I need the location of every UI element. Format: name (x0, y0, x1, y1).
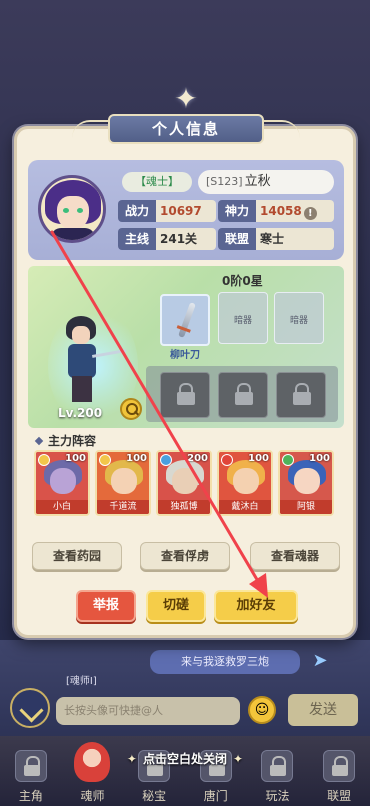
star-icon: ✦ (174, 82, 198, 115)
element-icon (221, 454, 233, 466)
stat-label: 联盟 (218, 228, 256, 250)
nav-label: 魂师 (80, 789, 105, 803)
player-name-text: 立秋 (244, 174, 271, 189)
divine-value-box: 14058! (256, 200, 334, 222)
stat-label: 战力 (118, 200, 156, 222)
lock-icon (218, 372, 268, 418)
spar-button[interactable]: 切磋 (146, 590, 206, 622)
element-icon (160, 454, 172, 466)
chat-bubble: 来与我逐救罗三炮 (150, 650, 300, 674)
team-member[interactable]: 200 独孤博 (156, 450, 212, 516)
team-title: 主力阵容 (34, 432, 97, 449)
lock-icon (276, 372, 326, 418)
element-icon (282, 454, 294, 466)
nav-label: 主角 (18, 789, 43, 803)
alliance-value: 寒士 (256, 228, 334, 250)
nav-label: 玩法 (265, 789, 290, 803)
member-level: 100 (65, 453, 86, 464)
member-name: 小白 (36, 500, 88, 514)
element-icon (38, 454, 50, 466)
soul-rank-tag: 【魂士】 (122, 172, 192, 192)
member-name: 独孤博 (158, 500, 210, 514)
star-icon: ✦ (233, 752, 244, 766)
lock-icon (160, 372, 210, 418)
avatar[interactable] (38, 175, 106, 243)
divine-value: 14058 (260, 204, 302, 218)
star-icon: ✦ (126, 752, 137, 766)
nav-label: 唐门 (203, 789, 228, 803)
view-soul-device-button[interactable]: 查看魂器 (250, 542, 340, 570)
stat-power: 战力 10697 (118, 200, 216, 222)
member-level: 100 (248, 453, 269, 464)
nav-label: 秘宝 (142, 789, 167, 803)
emoji-icon[interactable]: ☺ (248, 696, 276, 724)
main-line-value: 241关 (156, 228, 216, 250)
team-member[interactable]: 100 戴沐白 (217, 450, 273, 516)
chat-collapse-icon[interactable] (10, 688, 50, 728)
equip-slot-1[interactable]: 柳叶刀 (160, 294, 210, 361)
member-name: 戴沐白 (219, 500, 271, 514)
team-member[interactable]: 100 千道流 (95, 450, 151, 516)
zoom-icon[interactable] (120, 398, 142, 420)
rank-label: 0阶0星 (222, 274, 263, 288)
hero-level: Lv.200 (58, 406, 103, 420)
stat-label: 主线 (118, 228, 156, 250)
dagger-icon (178, 302, 196, 338)
report-button[interactable]: 举报 (76, 590, 136, 622)
member-level: 100 (309, 453, 330, 464)
view-captive-button[interactable]: 查看俘虏 (140, 542, 230, 570)
stat-main-line: 主线 241关 (118, 228, 216, 250)
stat-label: 神力 (218, 200, 256, 222)
send-button[interactable]: 发送 (288, 694, 358, 726)
stat-alliance: 联盟 寒士 (218, 228, 334, 250)
diamond-icon (34, 436, 44, 446)
nav-label: 联盟 (327, 789, 352, 803)
member-name: 千道流 (97, 500, 149, 514)
element-icon (99, 454, 111, 466)
stat-divine: 神力 14058! (218, 200, 334, 222)
close-hint[interactable]: ✦ 点击空白处关闭 ✦ (0, 750, 370, 767)
chat-input[interactable]: 长按头像可快捷@人 (56, 697, 240, 725)
team-title-text: 主力阵容 (48, 434, 97, 448)
add-friend-button[interactable]: 加好友 (214, 590, 298, 622)
player-name: [S123] 立秋 (198, 170, 334, 194)
chat-soul-tag: [魂师Ⅰ] (66, 676, 97, 687)
server-id: [S123] (206, 175, 243, 188)
equip-name: 暗器 (289, 316, 308, 326)
equip-name: 柳叶刀 (170, 350, 200, 361)
bottom-nav: 主角 魂师 秘宝 唐门 玩法 联盟 (0, 736, 370, 806)
member-level: 100 (126, 453, 147, 464)
equip-slot-2[interactable]: 暗器 (218, 292, 268, 344)
share-arrow-icon: ➤ (312, 650, 328, 671)
info-icon[interactable]: ! (303, 207, 317, 220)
member-name: 阿银 (280, 500, 332, 514)
power-value: 10697 (156, 200, 216, 222)
panel-title: 个人信息 (108, 114, 264, 144)
team-member[interactable]: 100 小白 (34, 450, 90, 516)
equip-name: 暗器 (233, 316, 252, 326)
close-hint-text: 点击空白处关闭 (142, 752, 227, 766)
equip-slot-3[interactable]: 暗器 (274, 292, 324, 344)
view-garden-button[interactable]: 查看药园 (32, 542, 122, 570)
member-level: 200 (187, 453, 208, 464)
team-member[interactable]: 100 阿银 (278, 450, 334, 516)
hero-figure (62, 316, 127, 402)
